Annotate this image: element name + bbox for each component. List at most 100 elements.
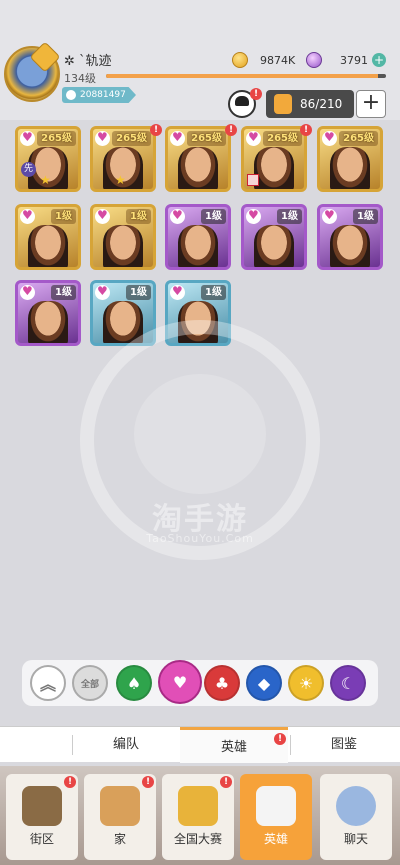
star-icon: ★ (40, 173, 51, 187)
alert-icon: ! (150, 124, 162, 136)
hero-level: 265级 (37, 131, 76, 146)
top-header: ✲ `轨迹 134级 20881497 9874K 3791 + ! 86/21… (0, 0, 400, 120)
hero-level: 1级 (51, 209, 76, 224)
hero-portrait (103, 225, 143, 267)
gem-value: 3791 (340, 53, 368, 67)
hero-card[interactable]: 1级 (15, 204, 81, 270)
expand-capacity-button[interactable]: + (356, 90, 386, 118)
tab-heroes[interactable]: 英雄 (180, 727, 288, 763)
nav-label: 全国大赛 (173, 832, 222, 846)
hero-card[interactable]: 265级 先 ★ (15, 126, 81, 192)
heart-icon (170, 208, 185, 224)
trophy-icon (178, 786, 218, 826)
hero-card[interactable]: 1级 (165, 204, 231, 270)
hero-portrait (330, 225, 370, 267)
hero-subtabs: 编队 英雄 ! 图鉴 (0, 726, 400, 763)
hero-level: 1级 (51, 285, 76, 300)
hero-card[interactable]: 1级 (15, 280, 81, 346)
heart-icon (95, 208, 110, 224)
hero-capacity: 86/210 (266, 90, 354, 118)
heart-icon (170, 284, 185, 300)
heart-icon (20, 208, 35, 224)
coin-resource: 9874K (232, 52, 295, 68)
hero-portrait (254, 147, 294, 189)
hero-portrait (28, 301, 68, 343)
player-id-tag: 20881497 (62, 87, 136, 103)
hero-card[interactable]: 265级 (241, 126, 307, 192)
hero-count-icon (274, 94, 292, 114)
faction-filter-bar: ︽ 全部 ♠ ♥ ♣ ◆ ☀ ☾ (22, 660, 378, 706)
hero-card[interactable]: 1级 (90, 204, 156, 270)
nav-label: 家 (113, 832, 126, 846)
heart-icon (246, 130, 261, 146)
hero-count-value: 86/210 (300, 97, 343, 111)
tab-formation[interactable]: 编队 (72, 727, 180, 763)
filter-sun-button[interactable]: ☀ (288, 665, 324, 701)
hero-level: 1级 (126, 209, 151, 224)
nav-heroes[interactable]: 英雄 (240, 774, 312, 860)
hero-level: 1级 (126, 285, 151, 300)
nav-label: 街区 (29, 832, 54, 846)
hero-level: 1级 (201, 209, 226, 224)
cards-icon (256, 786, 296, 826)
add-gems-icon[interactable]: + (372, 53, 386, 67)
hero-portrait (28, 225, 68, 267)
chat-bubble-icon (336, 786, 376, 826)
alert-icon: ! (142, 776, 154, 788)
hero-portrait (254, 225, 294, 267)
collapse-up-icon[interactable]: ︽ (30, 665, 66, 701)
star-icon: ★ (115, 173, 126, 187)
heart-icon (246, 208, 261, 224)
watermark-subtext: TaoShouYou.Com (146, 532, 254, 545)
heart-icon (95, 284, 110, 300)
hero-level: 1级 (277, 209, 302, 224)
exp-bar (106, 74, 386, 78)
heart-icon (170, 130, 185, 146)
coin-icon (232, 52, 248, 68)
house-icon (100, 786, 140, 826)
player-name: ✲ `轨迹 (64, 54, 112, 69)
hero-card[interactable]: 265级 ★ (90, 126, 156, 192)
filter-all-button[interactable]: 全部 (72, 665, 108, 701)
hero-portrait (178, 147, 218, 189)
hero-level: 265级 (187, 131, 226, 146)
filter-spade-button[interactable]: ♠ (116, 665, 152, 701)
player-level: 134级 (64, 72, 96, 85)
heart-icon (322, 130, 337, 146)
watermark-logo: 淘手游 TaoShouYou.Com (80, 320, 320, 560)
hero-portrait (178, 225, 218, 267)
hero-card[interactable]: 1级 (241, 204, 307, 270)
filter-diamond-button[interactable]: ◆ (246, 665, 282, 701)
hero-level: 1级 (353, 209, 378, 224)
player-id: 20881497 (80, 90, 126, 100)
signpost-icon (22, 786, 62, 826)
heart-icon (95, 130, 110, 146)
hero-level: 265级 (339, 131, 378, 146)
hero-level: 265级 (112, 131, 151, 146)
panda-icon (134, 374, 266, 494)
hero-card[interactable]: 265级 (165, 126, 231, 192)
alert-icon: ! (64, 776, 76, 788)
pre-tag: 先 (21, 162, 36, 177)
filter-moon-button[interactable]: ☾ (330, 665, 366, 701)
alert-icon: ! (225, 124, 237, 136)
filter-club-button[interactable]: ♣ (204, 665, 240, 701)
gem-resource: 3791 + (306, 52, 386, 68)
hero-card[interactable]: 1级 (317, 204, 383, 270)
nav-chat[interactable]: 聊天 (320, 774, 392, 860)
alert-icon: ! (274, 733, 286, 745)
tab-gallery[interactable]: 图鉴 (290, 727, 398, 763)
coin-value: 9874K (260, 53, 296, 67)
filter-heart-button[interactable]: ♥ (158, 660, 202, 704)
hero-level: 265级 (263, 131, 302, 146)
heart-icon (322, 208, 337, 224)
nav-label: 聊天 (343, 832, 368, 846)
id-icon (66, 90, 76, 100)
heart-icon (20, 284, 35, 300)
gem-icon (306, 52, 322, 68)
mark-icon (247, 174, 259, 186)
alert-icon: ! (250, 88, 262, 100)
nav-label: 英雄 (263, 832, 288, 846)
hero-card[interactable]: 265级 (317, 126, 383, 192)
alert-icon: ! (300, 124, 312, 136)
